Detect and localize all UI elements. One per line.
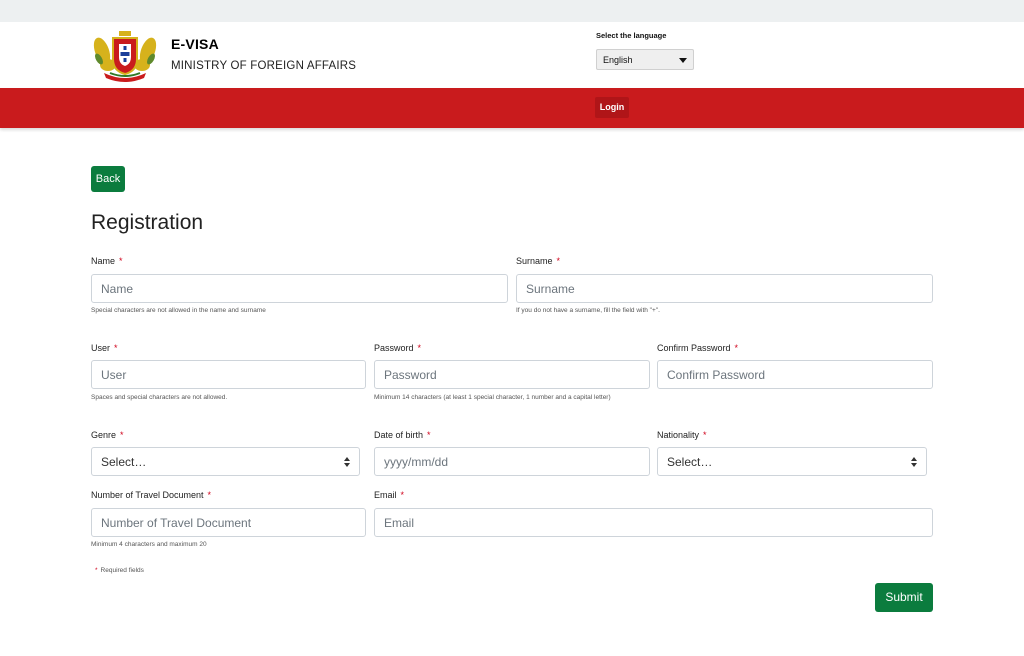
brand-subtitle: MINISTRY OF FOREIGN AFFAIRS: [171, 60, 357, 72]
required-note-text: Required fields: [100, 567, 144, 574]
required-marker: *: [119, 256, 123, 266]
back-button[interactable]: Back: [91, 166, 125, 192]
surname-label-text: Surname: [516, 256, 553, 266]
name-placeholder: Name: [101, 282, 134, 296]
name-input[interactable]: Name: [91, 274, 508, 303]
travel-document-input[interactable]: Number of Travel Document: [91, 508, 366, 537]
password-placeholder: Password: [384, 368, 437, 382]
required-marker: *: [556, 256, 561, 266]
genre-label-text: Genre: [91, 430, 117, 440]
caret-down-icon: [679, 58, 687, 63]
coat-of-arms-icon[interactable]: [90, 29, 160, 83]
date-of-birth-label-text: Date of birth: [374, 430, 424, 440]
genre-selected-value: Select…: [101, 455, 147, 469]
surname-help: If you do not have a surname, fill the f…: [516, 307, 660, 314]
travel-document-placeholder: Number of Travel Document: [101, 516, 252, 530]
nationality-label-text: Nationality: [657, 430, 700, 440]
user-label: User *: [91, 343, 118, 353]
password-label-text: Password: [374, 343, 414, 353]
email-label-text: Email: [374, 490, 397, 500]
confirm-password-label: Confirm Password *: [657, 343, 738, 353]
confirm-password-placeholder: Confirm Password: [667, 368, 766, 382]
user-placeholder: User: [101, 368, 127, 382]
user-label-text: User: [91, 343, 111, 353]
required-marker: *: [207, 490, 212, 500]
select-arrows-icon: [344, 457, 350, 467]
submit-button[interactable]: Submit: [875, 583, 933, 612]
email-placeholder: Email: [384, 516, 415, 530]
password-label: Password *: [374, 343, 421, 353]
surname-placeholder: Surname: [526, 282, 575, 296]
language-select[interactable]: English: [596, 49, 694, 70]
language-selected-value: English: [603, 55, 633, 65]
date-of-birth-label: Date of birth *: [374, 430, 431, 440]
required-marker: *: [417, 343, 422, 353]
travel-document-label: Number of Travel Document *: [91, 490, 211, 500]
confirm-password-label-text: Confirm Password: [657, 343, 731, 353]
required-fields-note: * Required fields: [95, 567, 144, 574]
surname-label: Surname *: [516, 256, 560, 266]
required-marker: *: [120, 430, 124, 440]
password-help: Minimum 14 characters (at least 1 specia…: [374, 394, 611, 401]
nationality-select[interactable]: Select…: [657, 447, 927, 476]
browser-top-strip: [0, 0, 1024, 22]
login-button[interactable]: Login: [595, 97, 629, 118]
email-label: Email *: [374, 490, 404, 500]
page-title: Registration: [91, 211, 204, 234]
date-of-birth-input[interactable]: yyyy/mm/dd: [374, 447, 650, 476]
language-label: Select the language: [596, 31, 667, 40]
user-help: Spaces and special characters are not al…: [91, 394, 228, 401]
user-input[interactable]: User: [91, 360, 366, 389]
name-label-text: Name: [91, 256, 116, 266]
password-input[interactable]: Password: [374, 360, 650, 389]
genre-select[interactable]: Select…: [91, 447, 360, 476]
date-of-birth-placeholder: yyyy/mm/dd: [384, 455, 449, 469]
nav-bar: Login: [0, 88, 1024, 128]
required-marker: *: [703, 430, 707, 440]
site-header: E-VISA MINISTRY OF FOREIGN AFFAIRS Selec…: [0, 22, 1024, 88]
required-marker: *: [114, 343, 118, 353]
confirm-password-input[interactable]: Confirm Password: [657, 360, 933, 389]
name-help: Special characters are not allowed in th…: [91, 307, 266, 314]
surname-input[interactable]: Surname: [516, 274, 933, 303]
required-marker: *: [734, 343, 739, 353]
select-arrows-icon: [911, 457, 917, 467]
travel-document-label-text: Number of Travel Document: [91, 490, 204, 500]
nationality-label: Nationality *: [657, 430, 707, 440]
travel-document-help: Minimum 4 characters and maximum 20: [91, 541, 207, 548]
genre-label: Genre *: [91, 430, 124, 440]
required-marker: *: [95, 567, 98, 574]
email-input[interactable]: Email: [374, 508, 933, 537]
required-marker: *: [400, 490, 405, 500]
nationality-selected-value: Select…: [667, 455, 713, 469]
required-marker: *: [427, 430, 431, 440]
name-label: Name *: [91, 256, 123, 266]
brand-title: E-VISA: [171, 36, 219, 52]
